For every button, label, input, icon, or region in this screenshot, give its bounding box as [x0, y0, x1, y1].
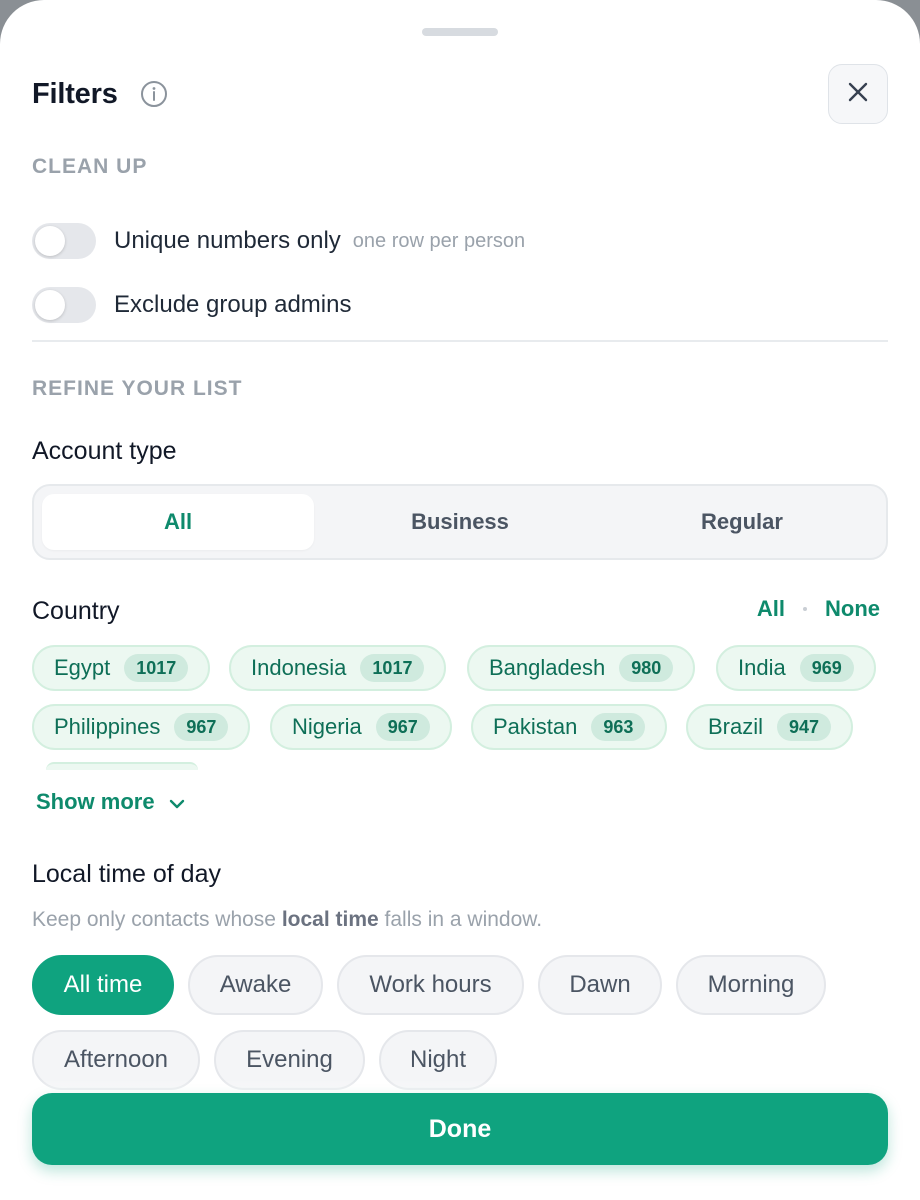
- filters-sheet: Filters CLEAN UP Unique numbers only one…: [0, 0, 920, 1200]
- country-chip-egypt[interactable]: Egypt 1017: [32, 645, 211, 691]
- unique-numbers-hint: one row per person: [352, 229, 526, 252]
- unique-numbers-toggle[interactable]: [32, 223, 96, 259]
- country-heading: Country: [32, 597, 120, 625]
- time-chip-morning[interactable]: Morning: [676, 955, 826, 1015]
- show-more-button[interactable]: Show more: [36, 789, 185, 815]
- time-of-day-description: Keep only contacts whose local time fall…: [32, 908, 543, 931]
- drag-handle[interactable]: [422, 28, 498, 36]
- segment-all[interactable]: All: [42, 494, 314, 550]
- country-chip-count: 967: [174, 713, 229, 741]
- toggle-knob: [35, 290, 65, 320]
- close-icon: [847, 81, 869, 108]
- country-chip-count: 1017: [360, 654, 425, 682]
- section-divider: [32, 340, 888, 342]
- segment-regular[interactable]: Regular: [606, 494, 878, 550]
- country-select-none-link[interactable]: None: [825, 596, 880, 622]
- time-of-day-heading: Local time of day: [32, 860, 221, 888]
- country-chip-name: Egypt: [54, 655, 111, 680]
- country-chip-count: 963: [591, 713, 646, 741]
- country-chip-clipped: [46, 762, 198, 770]
- done-button[interactable]: Done: [32, 1093, 888, 1165]
- unique-numbers-label: Unique numbers only: [114, 227, 341, 254]
- time-chip-all-time[interactable]: All time: [32, 955, 174, 1015]
- account-type-heading: Account type: [32, 437, 177, 465]
- country-select-all-link[interactable]: All: [757, 596, 785, 622]
- country-chip-indonesia[interactable]: Indonesia 1017: [229, 645, 447, 691]
- time-chip-dawn[interactable]: Dawn: [538, 955, 662, 1015]
- country-chip-count: 969: [799, 654, 854, 682]
- country-chip-count: 967: [375, 713, 430, 741]
- country-chip-india[interactable]: India 969: [716, 645, 876, 691]
- country-chip-count: 1017: [124, 654, 189, 682]
- clean-up-section-label: CLEAN UP: [32, 155, 148, 178]
- segment-business[interactable]: Business: [324, 494, 596, 550]
- info-icon[interactable]: [140, 80, 168, 108]
- sheet-header: Filters: [32, 64, 888, 124]
- country-chip-name: Indonesia: [251, 655, 347, 680]
- country-chip-philippines[interactable]: Philippines 967: [32, 704, 251, 750]
- country-chip-name: Nigeria: [292, 714, 362, 739]
- country-select-actions: All None: [757, 596, 880, 622]
- toggle-knob: [35, 226, 65, 256]
- account-type-segmented-control: All Business Regular: [32, 484, 888, 560]
- country-chip-name: Bangladesh: [489, 655, 606, 680]
- page-title: Filters: [32, 78, 118, 110]
- exclude-admins-toggle[interactable]: [32, 287, 96, 323]
- time-chip-awake[interactable]: Awake: [188, 955, 323, 1015]
- country-chip-brazil[interactable]: Brazil 947: [686, 704, 854, 750]
- country-chip-nigeria[interactable]: Nigeria 967: [270, 704, 452, 750]
- close-button[interactable]: [828, 64, 888, 124]
- country-chip-name: India: [738, 655, 786, 680]
- exclude-admins-row: Exclude group admins: [32, 285, 351, 325]
- unique-numbers-row: Unique numbers only one row per person: [32, 221, 525, 261]
- country-chip-count: 947: [777, 713, 832, 741]
- country-chip-name: Philippines: [54, 714, 161, 739]
- refine-section-label: REFINE YOUR LIST: [32, 377, 243, 400]
- country-chip-name: Pakistan: [493, 714, 578, 739]
- exclude-admins-label: Exclude group admins: [114, 291, 352, 318]
- country-chip-pakistan[interactable]: Pakistan 963: [471, 704, 668, 750]
- country-chip-count: 980: [619, 654, 674, 682]
- show-more-label: Show more: [36, 789, 155, 814]
- chevron-down-icon: [155, 789, 185, 815]
- separator-dot: [803, 607, 807, 611]
- country-chip-bangladesh[interactable]: Bangladesh 980: [467, 645, 696, 691]
- country-chip-name: Brazil: [708, 714, 764, 739]
- time-chip-work-hours[interactable]: Work hours: [337, 955, 524, 1015]
